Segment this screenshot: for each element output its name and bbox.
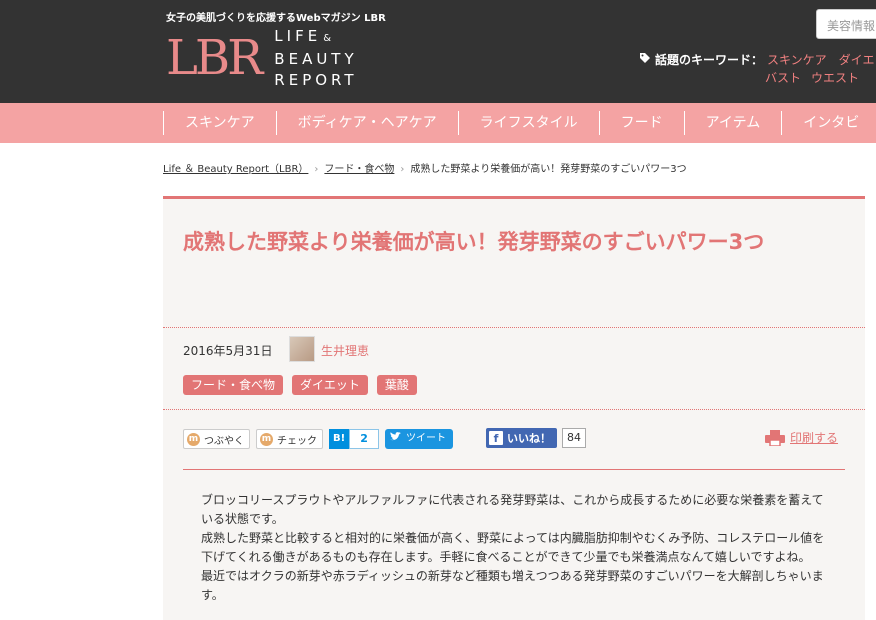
printer-icon bbox=[765, 429, 785, 446]
twitter-bird-icon bbox=[389, 432, 404, 444]
facebook-like-count: 84 bbox=[562, 428, 586, 448]
keyword-link-waist[interactable]: ウエスト bbox=[811, 71, 859, 85]
facebook-like-label: いいね！ bbox=[507, 432, 551, 445]
hatena-count: 2 bbox=[349, 429, 379, 449]
mixi-icon: m bbox=[187, 432, 200, 446]
hatena-bookmark-button[interactable]: B! 2 bbox=[329, 429, 379, 449]
main-nav: スキンケア ボディケア・ヘアケア ライフスタイル フード アイテム インタビ bbox=[0, 103, 876, 143]
keyword-link-diet[interactable]: ダイエ bbox=[839, 53, 875, 67]
logo-mark: LBR bbox=[166, 30, 263, 86]
search-input[interactable]: 美容情報 bbox=[816, 9, 876, 39]
article-card: 成熟した野菜より栄養価が高い！発芽野菜のすごいパワー3つ 2016年5月31日 … bbox=[163, 196, 865, 620]
facebook-like-widget: f いいね！ 84 bbox=[486, 428, 586, 448]
logo-ampersand: & bbox=[323, 32, 331, 44]
site-logo[interactable]: LBR LIFE & BEAUTY REPORT bbox=[166, 26, 358, 90]
breadcrumb-current: 成熟した野菜より栄養価が高い！発芽野菜のすごいパワー3つ bbox=[410, 164, 687, 175]
author-name[interactable]: 生井理恵 bbox=[321, 342, 369, 359]
nav-item-interview[interactable]: インタビ bbox=[781, 111, 876, 135]
divider bbox=[183, 469, 845, 470]
tweet-label: ツイート bbox=[406, 433, 447, 444]
nav-item-lifestyle[interactable]: ライフスタイル bbox=[457, 111, 599, 135]
logo-wordmark: LIFE & BEAUTY REPORT bbox=[274, 26, 357, 91]
print-label: 印刷する bbox=[790, 431, 839, 445]
site-header: 女子の美肌づくりを応援するWebマガジン LBR LBR LIFE & BEAUT… bbox=[0, 0, 876, 103]
tag-food[interactable]: フード・食べ物 bbox=[183, 375, 284, 395]
keyword-bar: 話題のキーワード： スキンケア ダイエ bbox=[639, 52, 875, 68]
share-buttons: m つぶやく m チェック B! 2 ツイート bbox=[183, 428, 454, 450]
article-paragraph: 成熟した野菜と比較すると相対的に栄養価が高く、野菜によっては内臓脂肪抑制やむくみ… bbox=[201, 531, 825, 564]
tag-folic-acid[interactable]: 葉酸 bbox=[376, 375, 417, 395]
nav-item-food[interactable]: フード bbox=[598, 111, 684, 135]
mixi-icon: m bbox=[260, 432, 273, 446]
mixi-tsubuyaku-button[interactable]: m つぶやく bbox=[183, 429, 250, 449]
facebook-icon: f bbox=[489, 431, 503, 445]
chevron-right-icon: › bbox=[400, 164, 405, 175]
article-body: ブロッコリースプラウトやアルファルファに代表される発芽野菜は、これから成長するた… bbox=[201, 491, 831, 605]
mixi-check-button[interactable]: m チェック bbox=[256, 429, 323, 449]
keywords-label: 話題のキーワード： bbox=[655, 53, 764, 67]
keyword-link-bust[interactable]: バスト bbox=[765, 71, 801, 85]
article-paragraph: 最近ではオクラの新芽や赤ラディッシュの新芽など種類も増えつつある発芽野菜のすごい… bbox=[201, 569, 824, 602]
keyword-bar-row2: バスト ウエスト bbox=[765, 70, 869, 86]
logo-word-report: REPORT bbox=[274, 70, 358, 89]
facebook-like-button[interactable]: f いいね！ bbox=[486, 428, 557, 448]
print-button[interactable]: 印刷する bbox=[765, 429, 838, 446]
nav-item-skincare[interactable]: スキンケア bbox=[163, 111, 276, 135]
tag-icon bbox=[639, 52, 651, 68]
logo-word-beauty: BEAUTY bbox=[274, 49, 358, 68]
divider bbox=[163, 409, 865, 410]
keyword-link-skincare[interactable]: スキンケア bbox=[767, 53, 827, 67]
tweet-button[interactable]: ツイート bbox=[384, 429, 454, 449]
nav-item-bodycare-haircare[interactable]: ボディケア・ヘアケア bbox=[275, 111, 458, 135]
site-tagline: 女子の美肌づくりを応援するWebマガジン LBR bbox=[166, 13, 386, 24]
article-title: 成熟した野菜より栄養価が高い！発芽野菜のすごいパワー3つ bbox=[183, 230, 765, 254]
logo-word-life: LIFE bbox=[274, 26, 322, 45]
breadcrumb: Life ＆ Beauty Report（LBR） › フード・食べ物 › 成熟した野菜… bbox=[163, 160, 687, 175]
author-avatar[interactable] bbox=[289, 336, 315, 362]
breadcrumb-home[interactable]: Life ＆ Beauty Report（LBR） bbox=[163, 164, 308, 175]
mixi-tsubuyaku-label: つぶやく bbox=[204, 435, 244, 447]
tag-diet[interactable]: ダイエット bbox=[292, 375, 368, 395]
chevron-right-icon: › bbox=[314, 164, 319, 175]
mixi-check-label: チェック bbox=[277, 435, 317, 447]
hatena-icon: B! bbox=[329, 429, 350, 449]
nav-item-item[interactable]: アイテム bbox=[683, 111, 782, 135]
divider bbox=[163, 327, 865, 328]
breadcrumb-category[interactable]: フード・食べ物 bbox=[324, 164, 394, 175]
article-paragraph: ブロッコリースプラウトやアルファルファに代表される発芽野菜は、これから成長するた… bbox=[201, 493, 824, 526]
article-date: 2016年5月31日 bbox=[183, 344, 273, 358]
tag-list: フード・食べ物 ダイエット 葉酸 bbox=[183, 375, 417, 395]
